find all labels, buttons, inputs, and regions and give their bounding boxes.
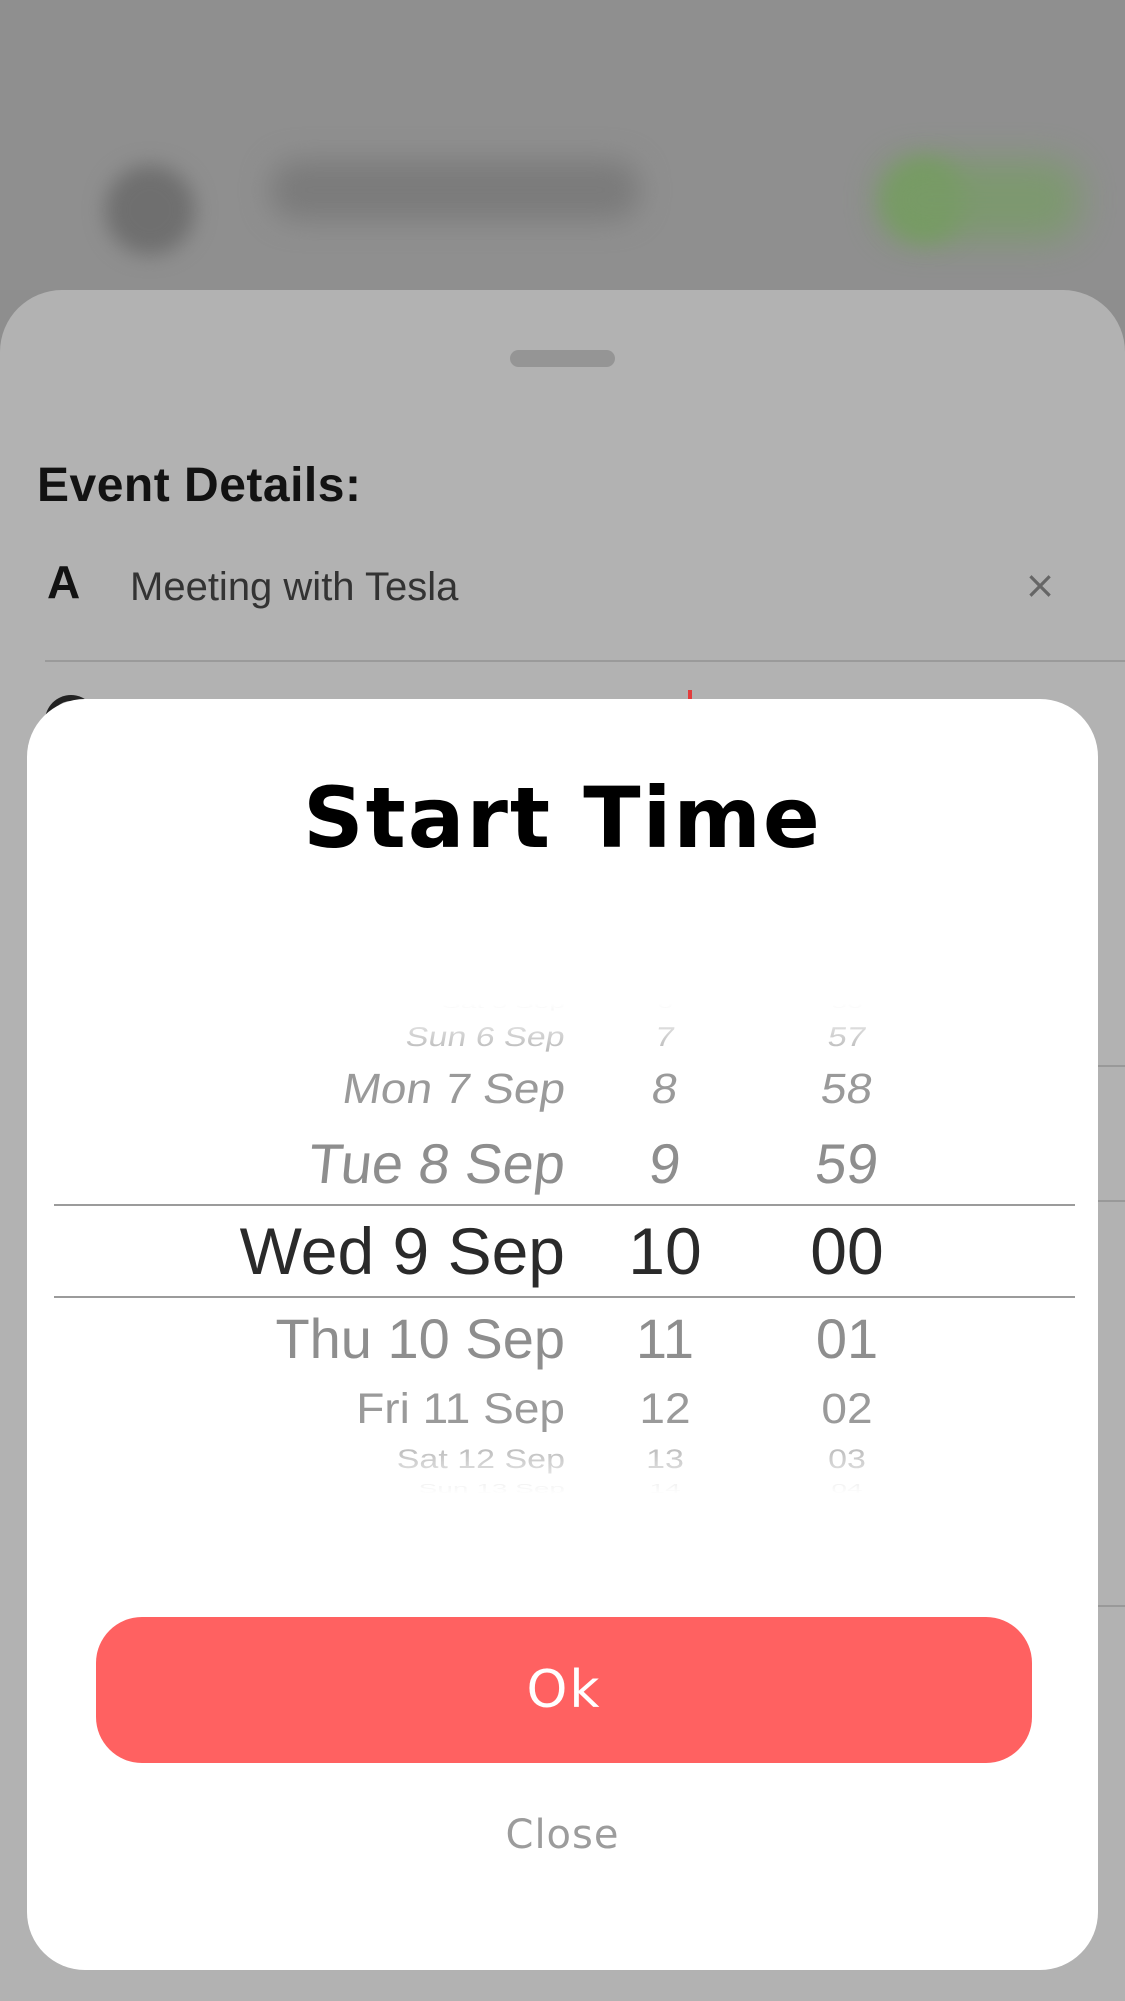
picker-date-option[interactable]: Tue 8 Sep	[305, 1130, 568, 1197]
ok-button[interactable]: Ok	[96, 1617, 1032, 1763]
divider	[45, 660, 1125, 662]
picker-hour-selected[interactable]: 10	[605, 1212, 725, 1291]
picker-hour-option[interactable]: 14	[605, 1481, 725, 1494]
picker-minute-option[interactable]: 04	[777, 1481, 917, 1494]
selection-line-bottom	[54, 1296, 1075, 1298]
clear-icon[interactable]: ×	[1020, 565, 1060, 605]
divider	[1098, 1605, 1125, 1607]
picker-date-option[interactable]: Sun 13 Sep	[419, 1481, 565, 1494]
divider	[1098, 1065, 1125, 1067]
avatar	[105, 165, 195, 255]
picker-date-option[interactable]: Sat 5 Sep	[442, 1004, 565, 1012]
picker-hour-option[interactable]: 6	[605, 1004, 725, 1012]
picker-minute-option[interactable]: 01	[777, 1305, 917, 1372]
selection-line-top	[54, 1204, 1075, 1206]
picker-hour-option[interactable]: 12	[605, 1384, 725, 1435]
picker-minute-option[interactable]: 56	[777, 1004, 917, 1012]
picker-hour-option[interactable]: 8	[601, 1064, 729, 1115]
sheet-drag-handle[interactable]	[510, 350, 615, 367]
picker-date-option[interactable]: Sun 6 Sep	[403, 1021, 568, 1054]
divider	[1098, 1200, 1125, 1202]
start-time-modal: Start Time Sat 5 Sep 6 56 Sun 6 Sep 7 57 Mon 7…	[27, 699, 1098, 1970]
picker-date-option[interactable]: Thu 10 Sep	[275, 1305, 565, 1372]
picker-hour-option[interactable]: 13	[605, 1443, 725, 1476]
sheet-heading: Event Details:	[37, 459, 362, 512]
close-button[interactable]: Close	[27, 1812, 1098, 1858]
picker-date-option[interactable]: Sat 12 Sep	[397, 1443, 565, 1476]
picker-minute-option[interactable]: 57	[774, 1021, 920, 1054]
event-title-field[interactable]: A Meeting with Tesla ×	[0, 545, 1125, 663]
date-time-picker[interactable]: Sat 5 Sep 6 56 Sun 6 Sep 7 57 Mon 7 Sep 8 58 Tue …	[27, 1004, 1098, 1494]
picker-minute-option[interactable]: 03	[777, 1443, 917, 1476]
picker-hour-option[interactable]: 11	[605, 1305, 725, 1372]
app-header-blurred	[0, 0, 1125, 290]
picker-date-selected[interactable]: Wed 9 Sep	[240, 1212, 565, 1291]
picker-minute-option[interactable]: 59	[773, 1130, 920, 1197]
picker-hour-option[interactable]: 9	[601, 1130, 728, 1197]
picker-hour-option[interactable]: 7	[602, 1021, 728, 1054]
picker-minute-selected[interactable]: 00	[777, 1212, 917, 1291]
picker-minute-option[interactable]: 02	[777, 1384, 917, 1435]
modal-title: Start Time	[303, 769, 822, 867]
picker-date-option[interactable]: Mon 7 Sep	[339, 1064, 569, 1115]
picker-minute-option[interactable]: 58	[773, 1064, 921, 1115]
header-title-blurred	[270, 160, 640, 220]
picker-date-option[interactable]: Fri 11 Sep	[356, 1384, 565, 1435]
text-icon: A	[47, 556, 81, 608]
status-badge	[880, 160, 1080, 240]
event-title-value[interactable]: Meeting with Tesla	[130, 565, 458, 610]
